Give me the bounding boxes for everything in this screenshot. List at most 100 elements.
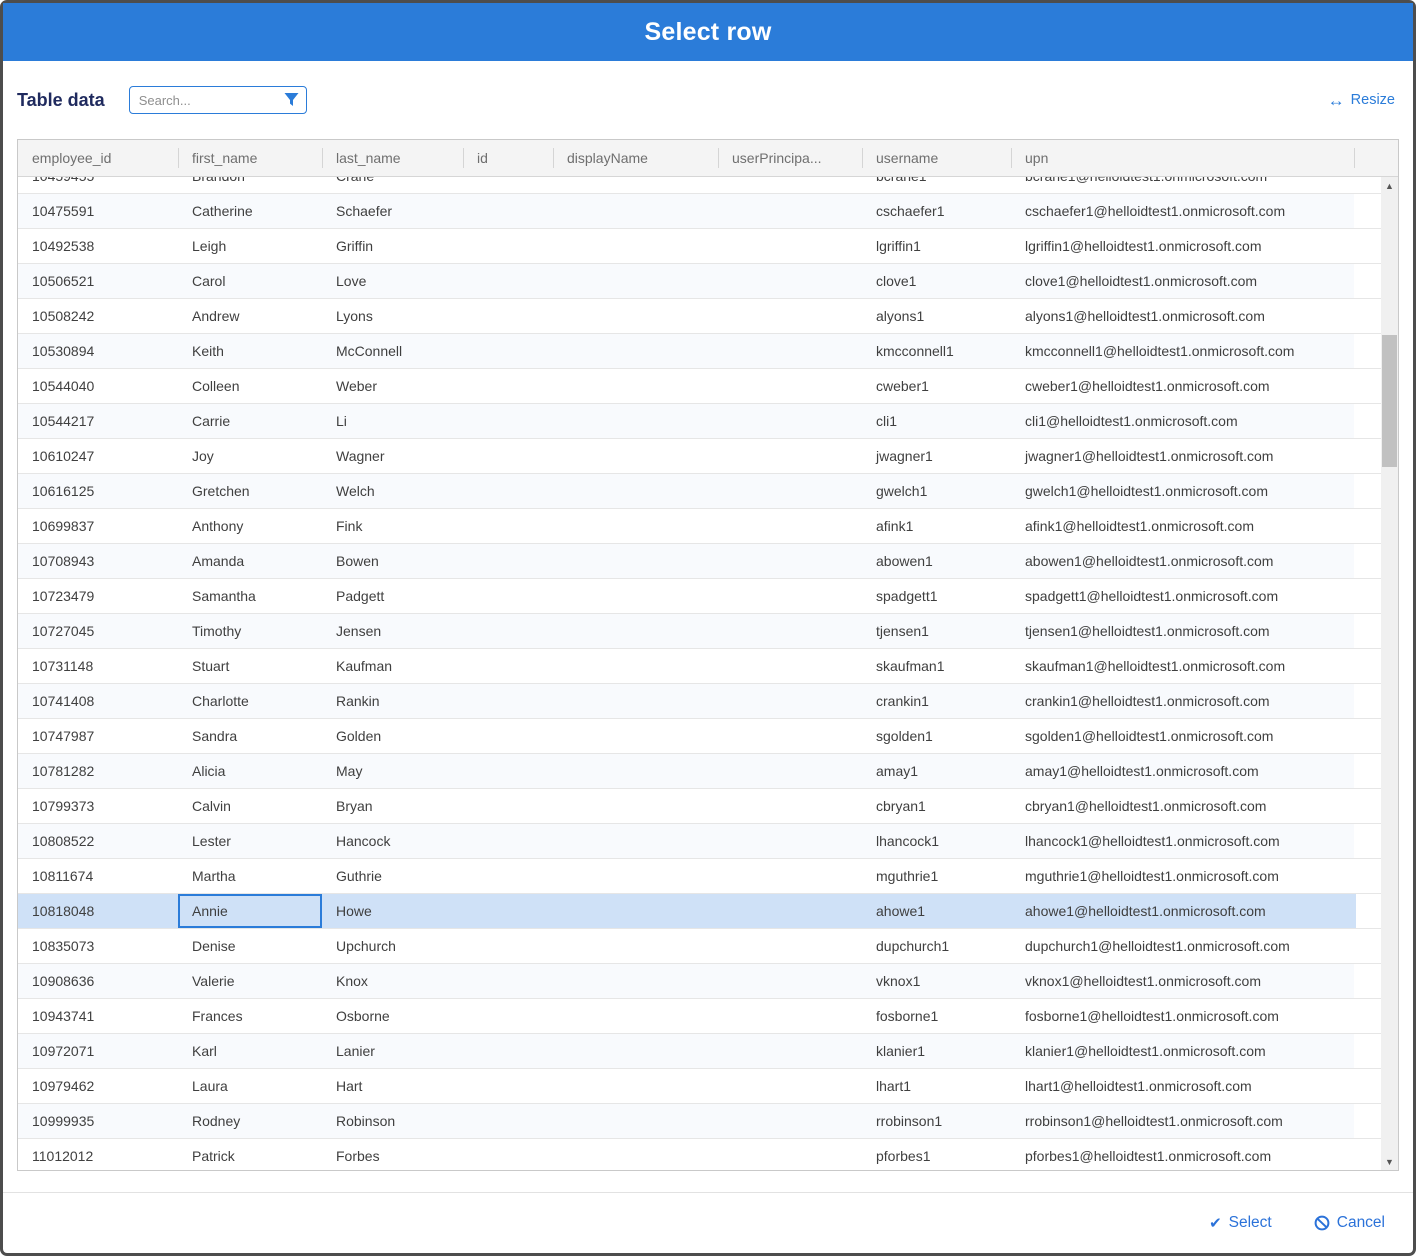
table-row[interactable]: 10799373CalvinBryancbryan1cbryan1@helloi… bbox=[18, 789, 1381, 824]
table-row[interactable]: 11012012PatrickForbespforbes1pforbes1@he… bbox=[18, 1139, 1381, 1170]
cell-upn: amay1@helloidtest1.onmicrosoft.com bbox=[1011, 754, 1354, 788]
table-row[interactable]: 10811674MarthaGuthriemguthrie1mguthrie1@… bbox=[18, 859, 1381, 894]
cell-userPrincipalName bbox=[718, 964, 862, 998]
table-row[interactable]: 10741408CharlotteRankincrankin1crankin1@… bbox=[18, 684, 1381, 719]
table-row[interactable]: 10972071KarlLanierklanier1klanier1@hello… bbox=[18, 1034, 1381, 1069]
select-label: Select bbox=[1229, 1214, 1272, 1232]
table-row[interactable]: 10699837AnthonyFinkafink1afink1@helloidt… bbox=[18, 509, 1381, 544]
cell-last_name: Osborne bbox=[322, 999, 463, 1033]
cell-upn: lhancock1@helloidtest1.onmicrosoft.com bbox=[1011, 824, 1354, 858]
cell-username: bcrane1 bbox=[862, 177, 1011, 193]
dialog-titlebar: Select row bbox=[3, 3, 1413, 61]
cell-first_name: Karl bbox=[178, 1034, 322, 1068]
cell-upn: kmcconnell1@helloidtest1.onmicrosoft.com bbox=[1011, 334, 1354, 368]
vertical-scrollbar[interactable]: ▲ ▼ bbox=[1381, 177, 1398, 1170]
cell-id bbox=[463, 404, 553, 438]
table-row[interactable]: 10544040ColleenWebercweber1cweber1@hello… bbox=[18, 369, 1381, 404]
cell-username: amay1 bbox=[862, 754, 1011, 788]
check-icon: ✔ bbox=[1209, 1216, 1222, 1231]
cell-displayName bbox=[553, 1139, 718, 1170]
column-header-last_name[interactable]: last_name bbox=[322, 140, 463, 176]
cell-displayName bbox=[553, 754, 718, 788]
cell-upn: mguthrie1@helloidtest1.onmicrosoft.com bbox=[1011, 859, 1354, 893]
cell-id bbox=[463, 264, 553, 298]
table-row[interactable]: 10459455BrandonCranebcrane1bcrane1@hello… bbox=[18, 177, 1381, 194]
column-header-upn[interactable]: upn bbox=[1011, 140, 1354, 176]
cell-id bbox=[463, 789, 553, 823]
table-row[interactable]: 10544217CarrieLicli1cli1@helloidtest1.on… bbox=[18, 404, 1381, 439]
resize-button[interactable]: ↔ Resize bbox=[1328, 92, 1395, 109]
cell-employee_id: 10727045 bbox=[18, 614, 178, 648]
column-header-employee_id[interactable]: employee_id bbox=[18, 140, 178, 176]
cell-last_name: Howe bbox=[322, 894, 463, 928]
table-row[interactable]: 10999935RodneyRobinsonrrobinson1rrobinso… bbox=[18, 1104, 1381, 1139]
cell-id bbox=[463, 1069, 553, 1103]
table-row[interactable]: 10727045TimothyJensentjensen1tjensen1@he… bbox=[18, 614, 1381, 649]
cell-first_name: Lester bbox=[178, 824, 322, 858]
cell-last_name: Padgett bbox=[322, 579, 463, 613]
table-row[interactable]: 10610247JoyWagnerjwagner1jwagner1@helloi… bbox=[18, 439, 1381, 474]
cell-username: tjensen1 bbox=[862, 614, 1011, 648]
cell-employee_id: 10943741 bbox=[18, 999, 178, 1033]
cell-upn: crankin1@helloidtest1.onmicrosoft.com bbox=[1011, 684, 1354, 718]
cell-first_name: Gretchen bbox=[178, 474, 322, 508]
table-row[interactable]: 10708943AmandaBowenabowen1abowen1@helloi… bbox=[18, 544, 1381, 579]
cell-userPrincipalName bbox=[718, 614, 862, 648]
cell-upn: bcrane1@helloidtest1.onmicrosoft.com bbox=[1011, 177, 1354, 193]
cell-displayName bbox=[553, 684, 718, 718]
cell-first_name: Laura bbox=[178, 1069, 322, 1103]
table-row[interactable]: 10979462LauraHartlhart1lhart1@helloidtes… bbox=[18, 1069, 1381, 1104]
scrollbar-thumb[interactable] bbox=[1382, 335, 1397, 467]
data-table: employee_idfirst_namelast_nameiddisplayN… bbox=[17, 139, 1399, 1171]
column-header-id[interactable]: id bbox=[463, 140, 553, 176]
table-row[interactable]: 10908636ValerieKnoxvknox1vknox1@helloidt… bbox=[18, 964, 1381, 999]
cell-first_name: Leigh bbox=[178, 229, 322, 263]
scroll-up-arrow-icon[interactable]: ▲ bbox=[1381, 177, 1398, 194]
table-row[interactable]: 10723479SamanthaPadgettspadgett1spadgett… bbox=[18, 579, 1381, 614]
table-row[interactable]: 10492538LeighGriffinlgriffin1lgriffin1@h… bbox=[18, 229, 1381, 264]
cancel-button[interactable]: Cancel bbox=[1314, 1214, 1385, 1232]
table-row[interactable]: 10731148StuartKaufmanskaufman1skaufman1@… bbox=[18, 649, 1381, 684]
table-row[interactable]: 10943741FrancesOsbornefosborne1fosborne1… bbox=[18, 999, 1381, 1034]
table-row[interactable]: 10781282AliciaMayamay1amay1@helloidtest1… bbox=[18, 754, 1381, 789]
cell-username: kmcconnell1 bbox=[862, 334, 1011, 368]
cell-last_name: Jensen bbox=[322, 614, 463, 648]
cell-last_name: Bryan bbox=[322, 789, 463, 823]
column-header-userPrincipalName[interactable]: userPrincipa... bbox=[718, 140, 862, 176]
column-header-username[interactable]: username bbox=[862, 140, 1011, 176]
scroll-down-arrow-icon[interactable]: ▼ bbox=[1381, 1153, 1398, 1170]
cell-id bbox=[463, 177, 553, 193]
cell-employee_id: 10811674 bbox=[18, 859, 178, 893]
cell-employee_id: 10610247 bbox=[18, 439, 178, 473]
cell-first_name: Stuart bbox=[178, 649, 322, 683]
table-row[interactable]: 10616125GretchenWelchgwelch1gwelch1@hell… bbox=[18, 474, 1381, 509]
column-header-displayName[interactable]: displayName bbox=[553, 140, 718, 176]
cell-id bbox=[463, 369, 553, 403]
filter-funnel-icon[interactable] bbox=[284, 92, 299, 107]
search-input[interactable] bbox=[129, 86, 307, 114]
table-row[interactable]: 10530894KeithMcConnellkmcconnell1kmcconn… bbox=[18, 334, 1381, 369]
cell-username: pforbes1 bbox=[862, 1139, 1011, 1170]
dialog-footer: ✔ Select Cancel bbox=[3, 1192, 1413, 1253]
table-row[interactable]: 10808522LesterHancocklhancock1lhancock1@… bbox=[18, 824, 1381, 859]
scrollbar-track[interactable] bbox=[1381, 194, 1398, 1153]
cell-employee_id: 10708943 bbox=[18, 544, 178, 578]
cell-employee_id: 10808522 bbox=[18, 824, 178, 858]
table-row[interactable]: 10508242AndrewLyonsalyons1alyons1@helloi… bbox=[18, 299, 1381, 334]
table-row[interactable]: 10475591CatherineSchaefercschaefer1cscha… bbox=[18, 194, 1381, 229]
cell-last_name: Wagner bbox=[322, 439, 463, 473]
cell-upn: gwelch1@helloidtest1.onmicrosoft.com bbox=[1011, 474, 1354, 508]
cell-displayName bbox=[553, 789, 718, 823]
cell-userPrincipalName bbox=[718, 177, 862, 193]
table-row[interactable]: 10747987SandraGoldensgolden1sgolden1@hel… bbox=[18, 719, 1381, 754]
cell-employee_id: 10459455 bbox=[18, 177, 178, 193]
table-row[interactable]: 10506521CarolLoveclove1clove1@helloidtes… bbox=[18, 264, 1381, 299]
column-header-first_name[interactable]: first_name bbox=[178, 140, 322, 176]
cell-employee_id: 10530894 bbox=[18, 334, 178, 368]
cell-upn: sgolden1@helloidtest1.onmicrosoft.com bbox=[1011, 719, 1354, 753]
cell-id bbox=[463, 474, 553, 508]
table-row[interactable]: 10835073DeniseUpchurchdupchurch1dupchurc… bbox=[18, 929, 1381, 964]
cell-upn: alyons1@helloidtest1.onmicrosoft.com bbox=[1011, 299, 1354, 333]
table-row[interactable]: 10818048AnnieHoweahowe1ahowe1@helloidtes… bbox=[18, 894, 1381, 929]
select-button[interactable]: ✔ Select bbox=[1209, 1214, 1272, 1232]
